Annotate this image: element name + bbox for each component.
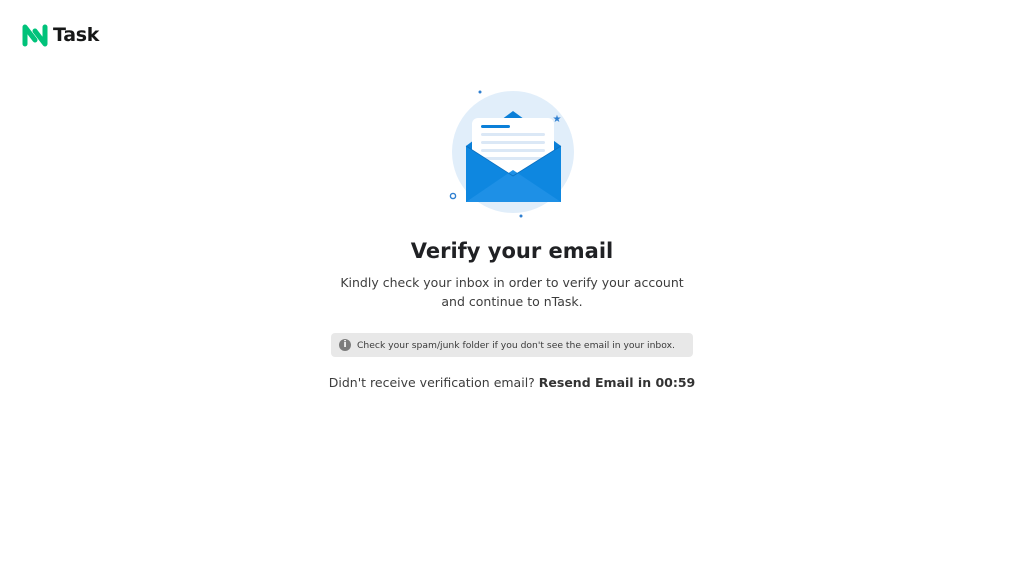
spam-note-text: Check your spam/junk folder if you don't… (357, 339, 675, 351)
info-icon: i (339, 339, 351, 351)
verify-description: Kindly check your inbox in order to veri… (0, 273, 1024, 311)
open-envelope-icon: ★ (449, 90, 574, 218)
ntask-logo-icon (22, 24, 48, 47)
resend-section: Didn't receive verification email? Resen… (0, 374, 1024, 392)
description-line-2: and continue to nTask. (441, 294, 583, 309)
page-title: Verify your email (410, 239, 614, 263)
description-line-1: Kindly check your inbox in order to veri… (340, 275, 684, 290)
logo-text: Task (53, 24, 100, 46)
verify-email-page: Task ★ Verify your email Kindly check yo… (0, 0, 1024, 576)
resend-email-link[interactable]: Resend Email in 00:59 (539, 375, 695, 390)
spam-folder-note: i Check your spam/junk folder if you don… (331, 333, 693, 357)
resend-prompt: Didn't receive verification email? (328, 375, 539, 390)
ntask-logo[interactable]: Task (22, 24, 99, 47)
